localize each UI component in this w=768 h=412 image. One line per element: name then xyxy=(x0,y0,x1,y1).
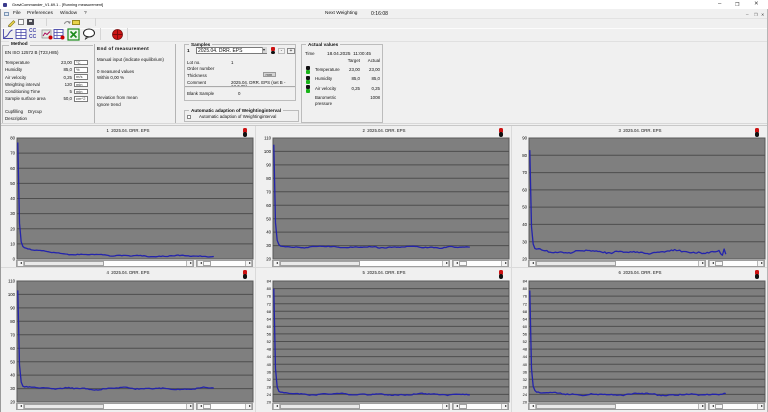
svg-text:48: 48 xyxy=(267,347,271,352)
svg-text:20: 20 xyxy=(10,400,15,405)
svg-text:44: 44 xyxy=(523,354,528,359)
svg-text:28: 28 xyxy=(523,385,527,390)
svg-text:52: 52 xyxy=(523,339,527,344)
svg-text:60: 60 xyxy=(523,324,528,329)
svg-text:50: 50 xyxy=(10,359,15,364)
svg-text:100: 100 xyxy=(8,292,16,297)
svg-text:44: 44 xyxy=(267,354,272,359)
svg-text:60: 60 xyxy=(267,324,272,329)
svg-text:28: 28 xyxy=(267,385,271,390)
svg-text:76: 76 xyxy=(267,294,271,299)
svg-text:60: 60 xyxy=(522,188,527,193)
svg-text:70: 70 xyxy=(522,170,527,175)
svg-text:80: 80 xyxy=(523,286,528,291)
svg-text:52: 52 xyxy=(267,339,271,344)
svg-text:40: 40 xyxy=(266,230,271,235)
svg-text:80: 80 xyxy=(266,176,271,181)
svg-text:80: 80 xyxy=(267,286,272,291)
svg-text:50: 50 xyxy=(266,216,271,221)
svg-text:70: 70 xyxy=(266,189,271,194)
svg-text:56: 56 xyxy=(267,332,271,337)
svg-text:30: 30 xyxy=(10,386,15,391)
svg-text:64: 64 xyxy=(523,316,528,321)
svg-text:60: 60 xyxy=(266,203,271,208)
svg-text:110: 110 xyxy=(8,279,15,284)
svg-text:20: 20 xyxy=(522,257,527,262)
svg-text:40: 40 xyxy=(523,362,528,367)
svg-text:30: 30 xyxy=(522,239,527,244)
svg-text:40: 40 xyxy=(10,373,15,378)
svg-text:36: 36 xyxy=(523,369,527,374)
svg-text:68: 68 xyxy=(267,309,271,314)
svg-text:10: 10 xyxy=(10,242,15,247)
svg-text:32: 32 xyxy=(267,377,271,382)
svg-text:50: 50 xyxy=(10,181,15,186)
svg-text:110: 110 xyxy=(264,136,271,141)
svg-text:70: 70 xyxy=(10,332,15,337)
svg-text:48: 48 xyxy=(523,347,527,352)
svg-text:72: 72 xyxy=(523,301,527,306)
svg-text:30: 30 xyxy=(10,211,15,216)
svg-text:30: 30 xyxy=(266,243,271,248)
svg-text:24: 24 xyxy=(523,392,528,397)
svg-text:72: 72 xyxy=(267,301,271,306)
svg-text:80: 80 xyxy=(10,136,15,141)
svg-text:68: 68 xyxy=(523,309,527,314)
svg-text:20: 20 xyxy=(10,226,15,231)
svg-text:50: 50 xyxy=(522,205,527,210)
svg-text:64: 64 xyxy=(267,316,272,321)
svg-text:40: 40 xyxy=(267,362,272,367)
svg-text:36: 36 xyxy=(267,369,271,374)
svg-text:90: 90 xyxy=(10,306,15,311)
svg-text:100: 100 xyxy=(264,149,272,154)
svg-text:70: 70 xyxy=(10,151,15,156)
svg-text:60: 60 xyxy=(10,346,15,351)
svg-text:32: 32 xyxy=(523,377,527,382)
svg-text:90: 90 xyxy=(266,163,271,168)
svg-text:40: 40 xyxy=(522,222,527,227)
svg-text:84: 84 xyxy=(523,279,528,284)
svg-text:84: 84 xyxy=(267,279,272,284)
svg-text:20: 20 xyxy=(266,257,271,262)
svg-text:80: 80 xyxy=(522,153,527,158)
svg-text:60: 60 xyxy=(10,166,15,171)
svg-text:24: 24 xyxy=(267,392,272,397)
svg-text:90: 90 xyxy=(522,136,527,141)
svg-text:76: 76 xyxy=(523,294,527,299)
svg-text:56: 56 xyxy=(523,332,527,337)
svg-text:40: 40 xyxy=(10,196,15,201)
svg-text:80: 80 xyxy=(10,319,15,324)
